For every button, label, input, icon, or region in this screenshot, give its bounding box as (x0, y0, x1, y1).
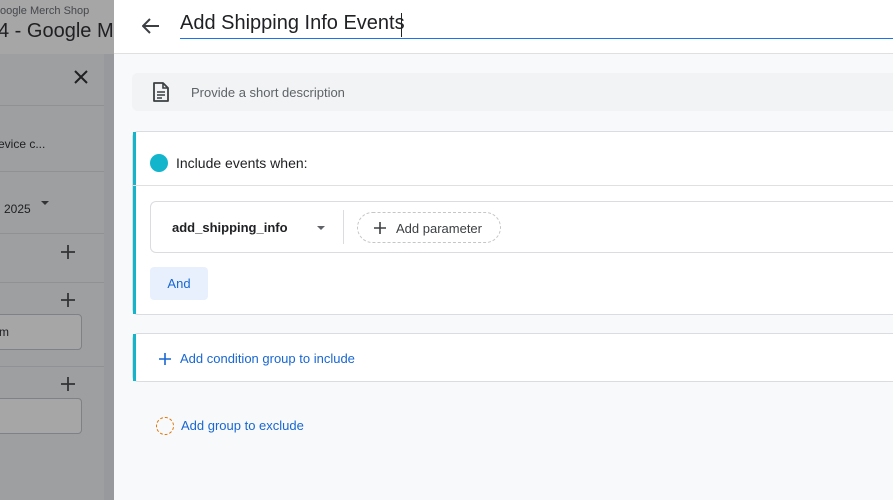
condition-row: add_shipping_info Add parameter (150, 201, 893, 253)
include-indicator-dot (150, 154, 168, 172)
add-parameter-label: Add parameter (396, 221, 482, 236)
name-input[interactable] (180, 8, 893, 39)
add-exclude-group-label: Add group to exclude (181, 418, 304, 433)
include-group-card: Include events when: add_shipping_info A… (132, 131, 893, 315)
add-condition-group-label: Add condition group to include (180, 351, 355, 366)
description-icon (153, 82, 169, 102)
dialog-header (114, 0, 893, 54)
arrow-back-icon (142, 18, 159, 34)
plus-icon (374, 222, 386, 234)
event-name: add_shipping_info (172, 220, 288, 235)
include-group-title: Include events when: (176, 155, 308, 171)
add-parameter-button[interactable]: Add parameter (357, 212, 501, 243)
exclude-circle-icon (156, 417, 174, 435)
text-cursor (401, 13, 402, 37)
description-input[interactable] (191, 82, 791, 102)
include-group-header: Include events when: (133, 132, 893, 186)
add-group-accent-bar (133, 334, 136, 381)
audience-builder-dialog: Include events when: add_shipping_info A… (114, 0, 893, 500)
and-button[interactable]: And (150, 267, 208, 300)
event-selector[interactable]: add_shipping_info (151, 202, 343, 252)
description-row[interactable] (132, 73, 893, 111)
modal-scrim[interactable] (0, 0, 114, 500)
background-app: oogle Merch Shop 4 - Google Me evice c..… (0, 0, 114, 500)
condition-divider (343, 210, 344, 244)
plus-icon (159, 353, 171, 365)
back-button[interactable] (138, 13, 164, 39)
chevron-down-icon (317, 226, 325, 230)
add-condition-group-card: Add condition group to include (132, 333, 893, 382)
